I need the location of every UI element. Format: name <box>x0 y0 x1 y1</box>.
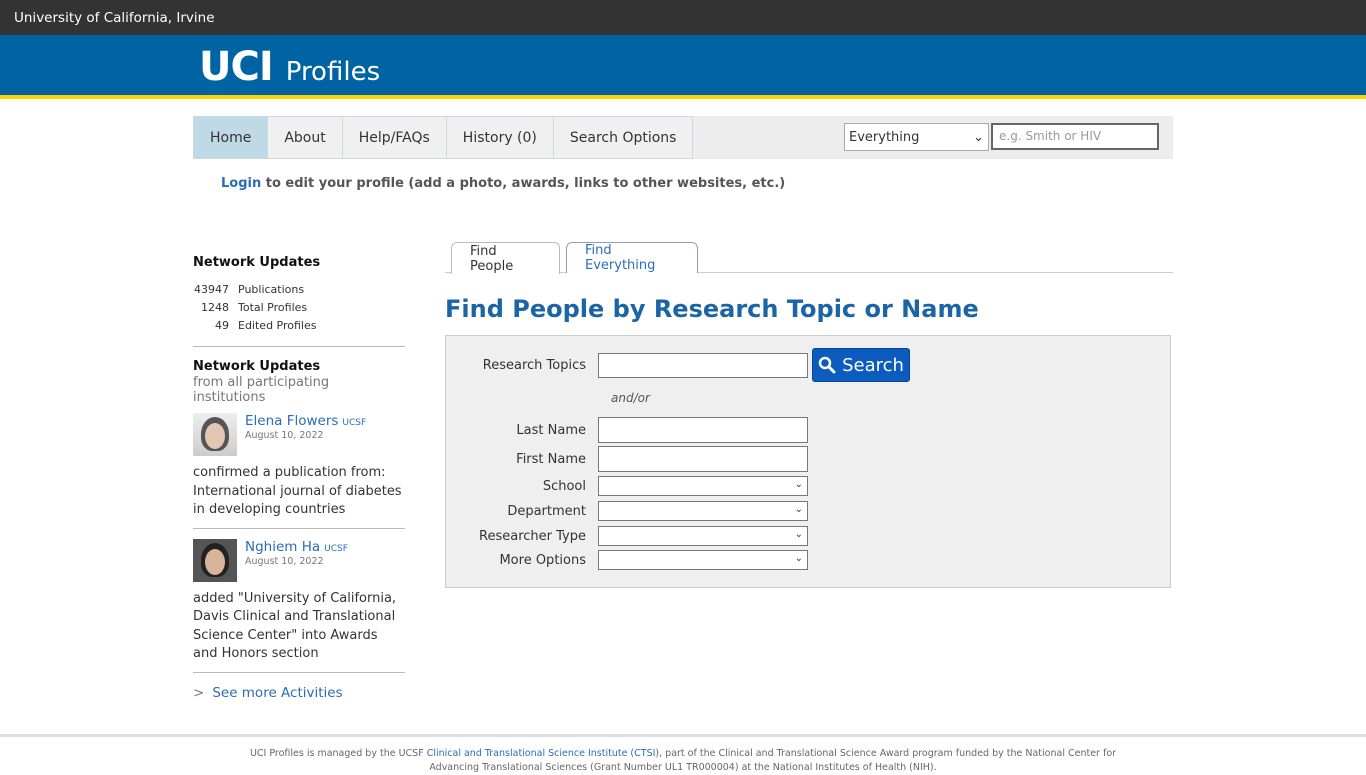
last-name-label: Last Name <box>516 422 586 438</box>
brand-bar: UCI Profiles <box>0 35 1366 99</box>
logo-uci: UCI <box>199 44 274 90</box>
more-options-select[interactable]: ⌄ <box>598 550 808 570</box>
nav-about[interactable]: About <box>268 116 343 159</box>
activity-date: August 10, 2022 <box>245 555 324 567</box>
avatar[interactable] <box>193 413 237 456</box>
university-header: University of California, Irvine <box>0 0 1366 35</box>
chevron-down-icon: ⌄ <box>794 553 803 564</box>
activity-text: added "University of California, Davis C… <box>193 590 397 662</box>
stat-row: 1248 Total Profiles <box>193 298 405 316</box>
stat-label: Publications <box>238 282 305 296</box>
researcher-type-label: Researcher Type <box>479 528 586 544</box>
stat-number: 1248 <box>201 300 229 314</box>
footer-text: UCI Profiles is managed by the UCSF <box>249 748 427 759</box>
search-icon <box>818 356 836 374</box>
nav-history[interactable]: History (0) <box>446 116 554 159</box>
login-prompt: Login to edit your profile (add a photo,… <box>221 176 785 191</box>
research-topics-label: Research Topics <box>482 357 586 373</box>
nav-search-options[interactable]: Search Options <box>553 116 694 159</box>
department-select[interactable]: ⌄ <box>598 501 808 521</box>
see-more-label: See more Activities <box>212 684 343 701</box>
researcher-type-select[interactable]: ⌄ <box>598 526 808 546</box>
activity-person-link[interactable]: Nghiem Ha <box>245 539 320 555</box>
activity-text: confirmed a publication from: Internatio… <box>193 465 402 517</box>
login-link[interactable]: Login <box>221 176 261 191</box>
stat-label: Edited Profiles <box>238 318 317 332</box>
university-title: University of California, Irvine <box>14 10 215 26</box>
network-stats: 43947 Publications 1248 Total Profiles 49 E… <box>193 280 405 334</box>
chevron-down-icon: ⌄ <box>794 479 803 490</box>
nav-help[interactable]: Help/FAQs <box>342 116 447 159</box>
last-name-input[interactable] <box>598 417 808 443</box>
people-search-form: Research Topics Search and/or Last Name … <box>445 335 1171 588</box>
divider <box>193 671 405 673</box>
activity-date: August 10, 2022 <box>245 430 324 441</box>
ctsi-link[interactable]: Clinical and Translational Science Insti… <box>427 748 659 759</box>
stat-number: 49 <box>215 318 229 332</box>
tab-find-everything[interactable]: Find Everything <box>566 242 698 273</box>
more-options-label: More Options <box>499 552 586 568</box>
first-name-label: First Name <box>516 451 586 467</box>
nav-home[interactable]: Home <box>193 116 269 159</box>
updates-subtitle: from all participating institutions <box>193 375 330 405</box>
page-title: Find People by Research Topic or Name <box>445 295 979 323</box>
stats-title: Network Updates <box>193 255 321 270</box>
stat-row: 49 Edited Profiles <box>193 316 405 334</box>
stat-number: 43947 <box>194 282 229 296</box>
tab-find-people[interactable]: Find People <box>451 242 560 274</box>
search-button[interactable]: Search <box>812 348 910 382</box>
department-row: Department ⌄ <box>446 501 808 521</box>
search-tabs: Find People Find Everything <box>445 242 1173 274</box>
updates-title: Network Updates <box>193 359 321 374</box>
search-scope-select[interactable]: Everything ⌄ <box>844 123 989 151</box>
footer-text: , part of the Clinical and Translational… <box>659 748 1117 759</box>
activity-item: Nghiem Ha UCSF August 10, 2022 added "Uni… <box>193 538 405 664</box>
research-topics-row: Research Topics Search <box>446 348 910 382</box>
research-topics-input[interactable] <box>598 352 808 378</box>
main-nav: Home About Help/FAQs History (0) Search … <box>193 116 1173 159</box>
stat-label: Total Profiles <box>238 300 308 314</box>
see-more-activities[interactable]: > See more Activities <box>193 685 405 701</box>
first-name-row: First Name <box>446 446 808 472</box>
login-text: to edit your profile (add a photo, award… <box>261 176 786 191</box>
avatar[interactable] <box>193 538 237 582</box>
last-name-row: Last Name <box>446 417 808 443</box>
site-logo[interactable]: UCI Profiles <box>199 47 380 92</box>
stat-row: 43947 Publications <box>193 280 405 298</box>
first-name-input[interactable] <box>598 446 808 472</box>
institution-badge: UCSF <box>324 543 348 554</box>
school-label: School <box>542 478 586 494</box>
footer: UCI Profiles is managed by the UCSF Clin… <box>0 734 1366 773</box>
and-or-text: and/or <box>611 391 650 405</box>
more-options-row: More Options ⌄ <box>446 550 808 570</box>
chevron-down-icon: ⌄ <box>794 529 803 540</box>
department-label: Department <box>507 503 586 519</box>
chevron-down-icon: ⌄ <box>794 504 803 515</box>
divider <box>193 527 405 529</box>
search-button-label: Search <box>842 354 904 376</box>
chevron-down-icon: ⌄ <box>973 129 984 145</box>
institution-badge: UCSF <box>342 418 367 428</box>
sidebar: Network Updates 43947 Publications 1248 To… <box>193 255 405 701</box>
chevron-right-icon: > <box>193 684 205 701</box>
quick-search-input[interactable]: e.g. Smith or HIV <box>991 123 1159 150</box>
divider <box>193 346 405 347</box>
activity-item: Elena Flowers UCSF August 10, 2022 confir… <box>193 413 405 520</box>
school-select[interactable]: ⌄ <box>598 476 808 496</box>
quick-search: Everything ⌄ e.g. Smith or HIV <box>844 123 1159 151</box>
activity-person-link[interactable]: Elena Flowers <box>245 413 338 429</box>
search-scope-value: Everything <box>849 129 920 145</box>
logo-profiles: Profiles <box>285 57 381 87</box>
school-row: School ⌄ <box>446 476 808 496</box>
researcher-type-row: Researcher Type ⌄ <box>446 526 808 546</box>
